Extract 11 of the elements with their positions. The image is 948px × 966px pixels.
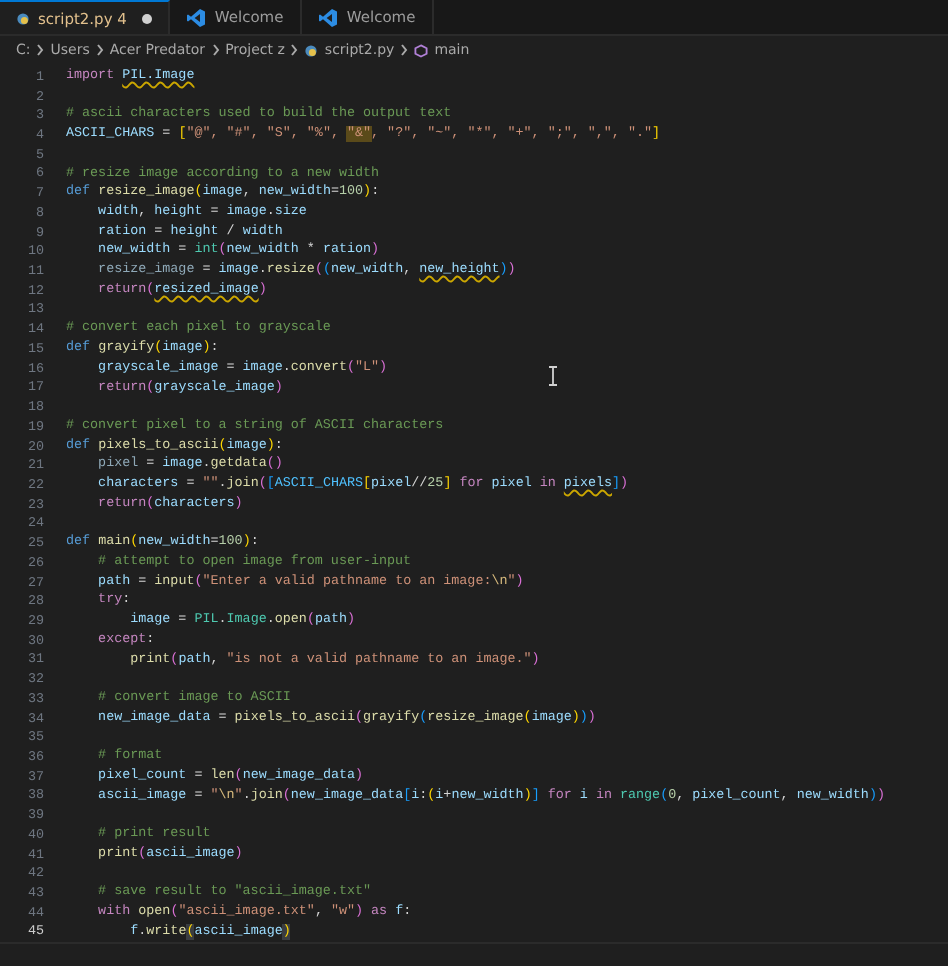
text-cursor-icon <box>548 366 558 386</box>
chevron-icon <box>211 44 220 56</box>
chevron-icon <box>400 44 409 56</box>
app-logo-icon <box>318 7 339 27</box>
python-file-icon <box>16 11 30 25</box>
chevron-icon <box>95 44 104 56</box>
python-file-icon <box>304 43 319 57</box>
app-logo-icon <box>186 7 207 27</box>
chevron-icon <box>36 44 45 56</box>
method-icon <box>414 43 429 57</box>
chevron-icon <box>290 44 299 56</box>
